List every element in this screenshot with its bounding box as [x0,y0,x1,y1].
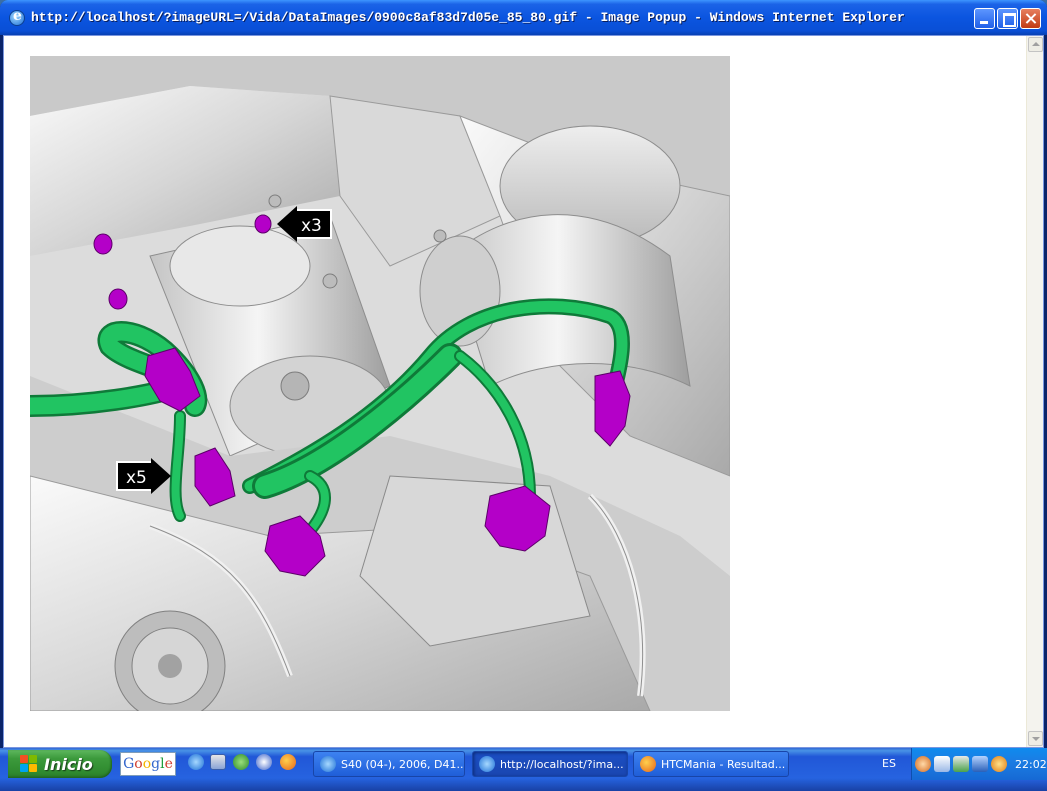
google-letter: g [151,756,161,772]
close-button[interactable] [1020,8,1041,29]
google-letter: o [134,756,143,772]
windows-flag-icon [20,755,38,773]
tray-sync-icon[interactable] [953,756,969,772]
page-content: x3 x5 [4,36,1026,747]
start-button[interactable]: Inicio [8,750,112,778]
clock: 22:02 [1015,757,1047,771]
scroll-up-button[interactable] [1028,37,1043,52]
callout-x3-label: x3 [297,209,332,239]
tray-network-icon[interactable] [934,756,950,772]
scroll-down-button[interactable] [1028,731,1043,746]
ie-window: http://localhost/?imageURL=/Vida/DataIma… [0,0,1047,748]
taskbar-item-label: http://localhost/?ima... [500,757,624,771]
ie-icon [9,8,25,26]
engine-harness-diagram: x3 x5 [30,56,730,711]
engine-illustration [30,56,730,711]
arrow-right-icon [150,458,171,494]
google-letter: o [142,756,152,772]
language-indicator[interactable]: ES [882,757,896,770]
firefox-icon [640,756,656,772]
quicklaunch-desktop-icon[interactable] [210,754,226,770]
quicklaunch-firefox-icon[interactable] [280,754,296,770]
taskbar-item-label: S40 (04-), 2006, D41... [341,757,465,771]
quicklaunch-messenger-icon[interactable] [233,754,249,770]
ie-icon [320,756,336,772]
callout-x3: x3 [277,206,332,242]
window-title: http://localhost/?imageURL=/Vida/DataIma… [31,10,905,25]
minimize-button[interactable] [974,8,995,29]
google-letter: G [123,756,135,772]
tray-monitor-icon[interactable] [972,756,988,772]
tray-avast-icon[interactable] [991,756,1007,772]
taskbar-item-s40[interactable]: S40 (04-), 2006, D41... [313,751,465,777]
google-toolbar-button[interactable]: Google [120,752,176,776]
callout-x5: x5 [116,458,171,494]
maximize-button[interactable] [997,8,1018,29]
callout-x5-label: x5 [116,461,151,491]
quicklaunch-media-icon[interactable] [256,754,272,770]
taskbar-item-htcmania[interactable]: HTCMania - Resultad... [633,751,789,777]
taskbar: Inicio Google S40 (04-), 2006, D41... ht… [0,748,1047,791]
system-tray: ES 22:02 [882,748,1047,780]
tray-expand-icon[interactable] [915,756,931,772]
taskbar-item-localhost[interactable]: http://localhost/?ima... [472,751,628,777]
arrow-left-icon [277,206,297,242]
google-letter: e [164,756,173,772]
ie-icon [479,756,495,772]
taskbar-item-label: HTCMania - Resultad... [661,757,786,771]
vertical-scrollbar[interactable] [1026,36,1043,747]
browser-client-area: x3 x5 [3,35,1044,748]
start-label: Inicio [44,754,93,774]
window-controls [974,8,1041,29]
title-bar[interactable]: http://localhost/?imageURL=/Vida/DataIma… [0,0,1047,35]
quicklaunch-ie-icon[interactable] [188,754,204,770]
